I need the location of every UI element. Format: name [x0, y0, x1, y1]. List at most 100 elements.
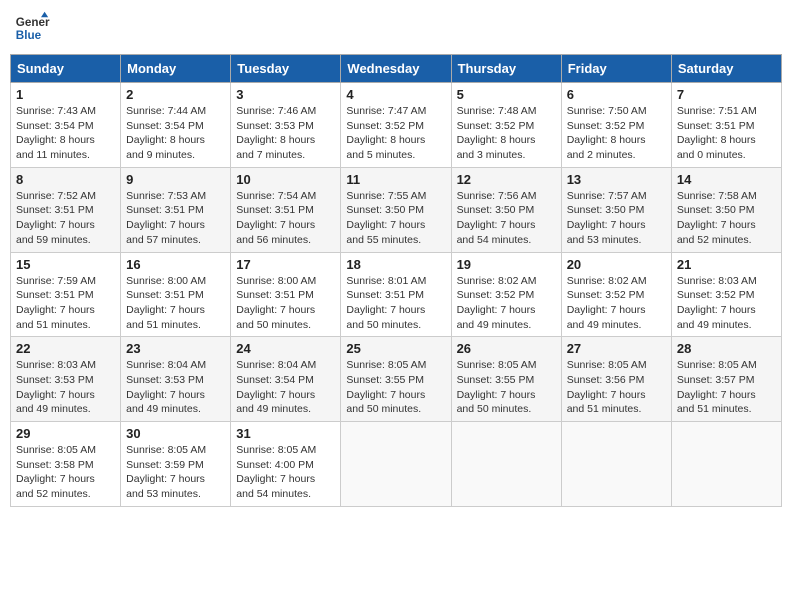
weekday-header-wednesday: Wednesday [341, 55, 451, 83]
calendar-day: 21 Sunrise: 8:03 AMSunset: 3:52 PMDaylig… [671, 252, 781, 337]
day-detail: Sunrise: 8:05 AMSunset: 3:57 PMDaylight:… [677, 358, 776, 417]
weekday-header-thursday: Thursday [451, 55, 561, 83]
weekday-header-tuesday: Tuesday [231, 55, 341, 83]
day-detail: Sunrise: 8:03 AMSunset: 3:52 PMDaylight:… [677, 274, 776, 333]
day-detail: Sunrise: 7:56 AMSunset: 3:50 PMDaylight:… [457, 189, 556, 248]
day-number: 25 [346, 341, 445, 356]
calendar-day: 12 Sunrise: 7:56 AMSunset: 3:50 PMDaylig… [451, 167, 561, 252]
day-number: 2 [126, 87, 225, 102]
calendar-week-3: 15 Sunrise: 7:59 AMSunset: 3:51 PMDaylig… [11, 252, 782, 337]
calendar-day [341, 422, 451, 507]
calendar-day: 22 Sunrise: 8:03 AMSunset: 3:53 PMDaylig… [11, 337, 121, 422]
page-header: General Blue [10, 10, 782, 46]
calendar-day: 20 Sunrise: 8:02 AMSunset: 3:52 PMDaylig… [561, 252, 671, 337]
calendar-day [561, 422, 671, 507]
calendar-day: 16 Sunrise: 8:00 AMSunset: 3:51 PMDaylig… [121, 252, 231, 337]
calendar-table: SundayMondayTuesdayWednesdayThursdayFrid… [10, 54, 782, 507]
calendar-day: 11 Sunrise: 7:55 AMSunset: 3:50 PMDaylig… [341, 167, 451, 252]
day-detail: Sunrise: 7:57 AMSunset: 3:50 PMDaylight:… [567, 189, 666, 248]
weekday-header-friday: Friday [561, 55, 671, 83]
day-number: 6 [567, 87, 666, 102]
day-number: 27 [567, 341, 666, 356]
day-detail: Sunrise: 7:53 AMSunset: 3:51 PMDaylight:… [126, 189, 225, 248]
calendar-day: 18 Sunrise: 8:01 AMSunset: 3:51 PMDaylig… [341, 252, 451, 337]
day-detail: Sunrise: 8:05 AMSunset: 3:58 PMDaylight:… [16, 443, 115, 502]
day-number: 26 [457, 341, 556, 356]
calendar-day [671, 422, 781, 507]
day-number: 17 [236, 257, 335, 272]
day-number: 14 [677, 172, 776, 187]
calendar-day: 5 Sunrise: 7:48 AMSunset: 3:52 PMDayligh… [451, 83, 561, 168]
day-detail: Sunrise: 7:48 AMSunset: 3:52 PMDaylight:… [457, 104, 556, 163]
day-number: 30 [126, 426, 225, 441]
calendar-day: 4 Sunrise: 7:47 AMSunset: 3:52 PMDayligh… [341, 83, 451, 168]
day-detail: Sunrise: 8:05 AMSunset: 3:55 PMDaylight:… [346, 358, 445, 417]
day-detail: Sunrise: 7:52 AMSunset: 3:51 PMDaylight:… [16, 189, 115, 248]
day-detail: Sunrise: 8:02 AMSunset: 3:52 PMDaylight:… [457, 274, 556, 333]
calendar-day: 17 Sunrise: 8:00 AMSunset: 3:51 PMDaylig… [231, 252, 341, 337]
day-detail: Sunrise: 8:00 AMSunset: 3:51 PMDaylight:… [126, 274, 225, 333]
day-number: 11 [346, 172, 445, 187]
day-detail: Sunrise: 8:00 AMSunset: 3:51 PMDaylight:… [236, 274, 335, 333]
day-detail: Sunrise: 7:59 AMSunset: 3:51 PMDaylight:… [16, 274, 115, 333]
calendar-day: 15 Sunrise: 7:59 AMSunset: 3:51 PMDaylig… [11, 252, 121, 337]
calendar-day: 29 Sunrise: 8:05 AMSunset: 3:58 PMDaylig… [11, 422, 121, 507]
day-detail: Sunrise: 7:43 AMSunset: 3:54 PMDaylight:… [16, 104, 115, 163]
day-detail: Sunrise: 7:44 AMSunset: 3:54 PMDaylight:… [126, 104, 225, 163]
day-number: 8 [16, 172, 115, 187]
calendar-day: 23 Sunrise: 8:04 AMSunset: 3:53 PMDaylig… [121, 337, 231, 422]
calendar-day: 26 Sunrise: 8:05 AMSunset: 3:55 PMDaylig… [451, 337, 561, 422]
calendar-day: 27 Sunrise: 8:05 AMSunset: 3:56 PMDaylig… [561, 337, 671, 422]
day-number: 29 [16, 426, 115, 441]
calendar-day: 1 Sunrise: 7:43 AMSunset: 3:54 PMDayligh… [11, 83, 121, 168]
day-detail: Sunrise: 7:47 AMSunset: 3:52 PMDaylight:… [346, 104, 445, 163]
day-detail: Sunrise: 8:04 AMSunset: 3:54 PMDaylight:… [236, 358, 335, 417]
logo: General Blue [14, 10, 50, 46]
calendar-day: 31 Sunrise: 8:05 AMSunset: 4:00 PMDaylig… [231, 422, 341, 507]
day-number: 1 [16, 87, 115, 102]
calendar-day: 10 Sunrise: 7:54 AMSunset: 3:51 PMDaylig… [231, 167, 341, 252]
day-number: 31 [236, 426, 335, 441]
day-detail: Sunrise: 8:01 AMSunset: 3:51 PMDaylight:… [346, 274, 445, 333]
day-number: 13 [567, 172, 666, 187]
calendar-day: 30 Sunrise: 8:05 AMSunset: 3:59 PMDaylig… [121, 422, 231, 507]
calendar-day: 9 Sunrise: 7:53 AMSunset: 3:51 PMDayligh… [121, 167, 231, 252]
day-detail: Sunrise: 7:46 AMSunset: 3:53 PMDaylight:… [236, 104, 335, 163]
calendar-day: 3 Sunrise: 7:46 AMSunset: 3:53 PMDayligh… [231, 83, 341, 168]
day-number: 20 [567, 257, 666, 272]
day-detail: Sunrise: 8:02 AMSunset: 3:52 PMDaylight:… [567, 274, 666, 333]
day-number: 19 [457, 257, 556, 272]
calendar-day: 24 Sunrise: 8:04 AMSunset: 3:54 PMDaylig… [231, 337, 341, 422]
calendar-week-1: 1 Sunrise: 7:43 AMSunset: 3:54 PMDayligh… [11, 83, 782, 168]
weekday-header-saturday: Saturday [671, 55, 781, 83]
day-number: 16 [126, 257, 225, 272]
day-number: 15 [16, 257, 115, 272]
calendar-day: 2 Sunrise: 7:44 AMSunset: 3:54 PMDayligh… [121, 83, 231, 168]
day-number: 21 [677, 257, 776, 272]
weekday-header-monday: Monday [121, 55, 231, 83]
day-detail: Sunrise: 8:05 AMSunset: 4:00 PMDaylight:… [236, 443, 335, 502]
calendar-day [451, 422, 561, 507]
calendar-day: 6 Sunrise: 7:50 AMSunset: 3:52 PMDayligh… [561, 83, 671, 168]
day-number: 3 [236, 87, 335, 102]
day-number: 23 [126, 341, 225, 356]
day-number: 18 [346, 257, 445, 272]
day-detail: Sunrise: 7:54 AMSunset: 3:51 PMDaylight:… [236, 189, 335, 248]
day-detail: Sunrise: 7:55 AMSunset: 3:50 PMDaylight:… [346, 189, 445, 248]
calendar-week-5: 29 Sunrise: 8:05 AMSunset: 3:58 PMDaylig… [11, 422, 782, 507]
logo-icon: General Blue [14, 10, 50, 46]
calendar-day: 13 Sunrise: 7:57 AMSunset: 3:50 PMDaylig… [561, 167, 671, 252]
day-number: 28 [677, 341, 776, 356]
svg-text:General: General [16, 16, 50, 29]
day-detail: Sunrise: 8:05 AMSunset: 3:59 PMDaylight:… [126, 443, 225, 502]
day-number: 12 [457, 172, 556, 187]
calendar-week-2: 8 Sunrise: 7:52 AMSunset: 3:51 PMDayligh… [11, 167, 782, 252]
calendar-day: 25 Sunrise: 8:05 AMSunset: 3:55 PMDaylig… [341, 337, 451, 422]
day-detail: Sunrise: 8:05 AMSunset: 3:56 PMDaylight:… [567, 358, 666, 417]
day-number: 4 [346, 87, 445, 102]
svg-text:Blue: Blue [16, 29, 42, 42]
day-detail: Sunrise: 7:58 AMSunset: 3:50 PMDaylight:… [677, 189, 776, 248]
day-detail: Sunrise: 8:03 AMSunset: 3:53 PMDaylight:… [16, 358, 115, 417]
day-detail: Sunrise: 7:50 AMSunset: 3:52 PMDaylight:… [567, 104, 666, 163]
weekday-header-sunday: Sunday [11, 55, 121, 83]
